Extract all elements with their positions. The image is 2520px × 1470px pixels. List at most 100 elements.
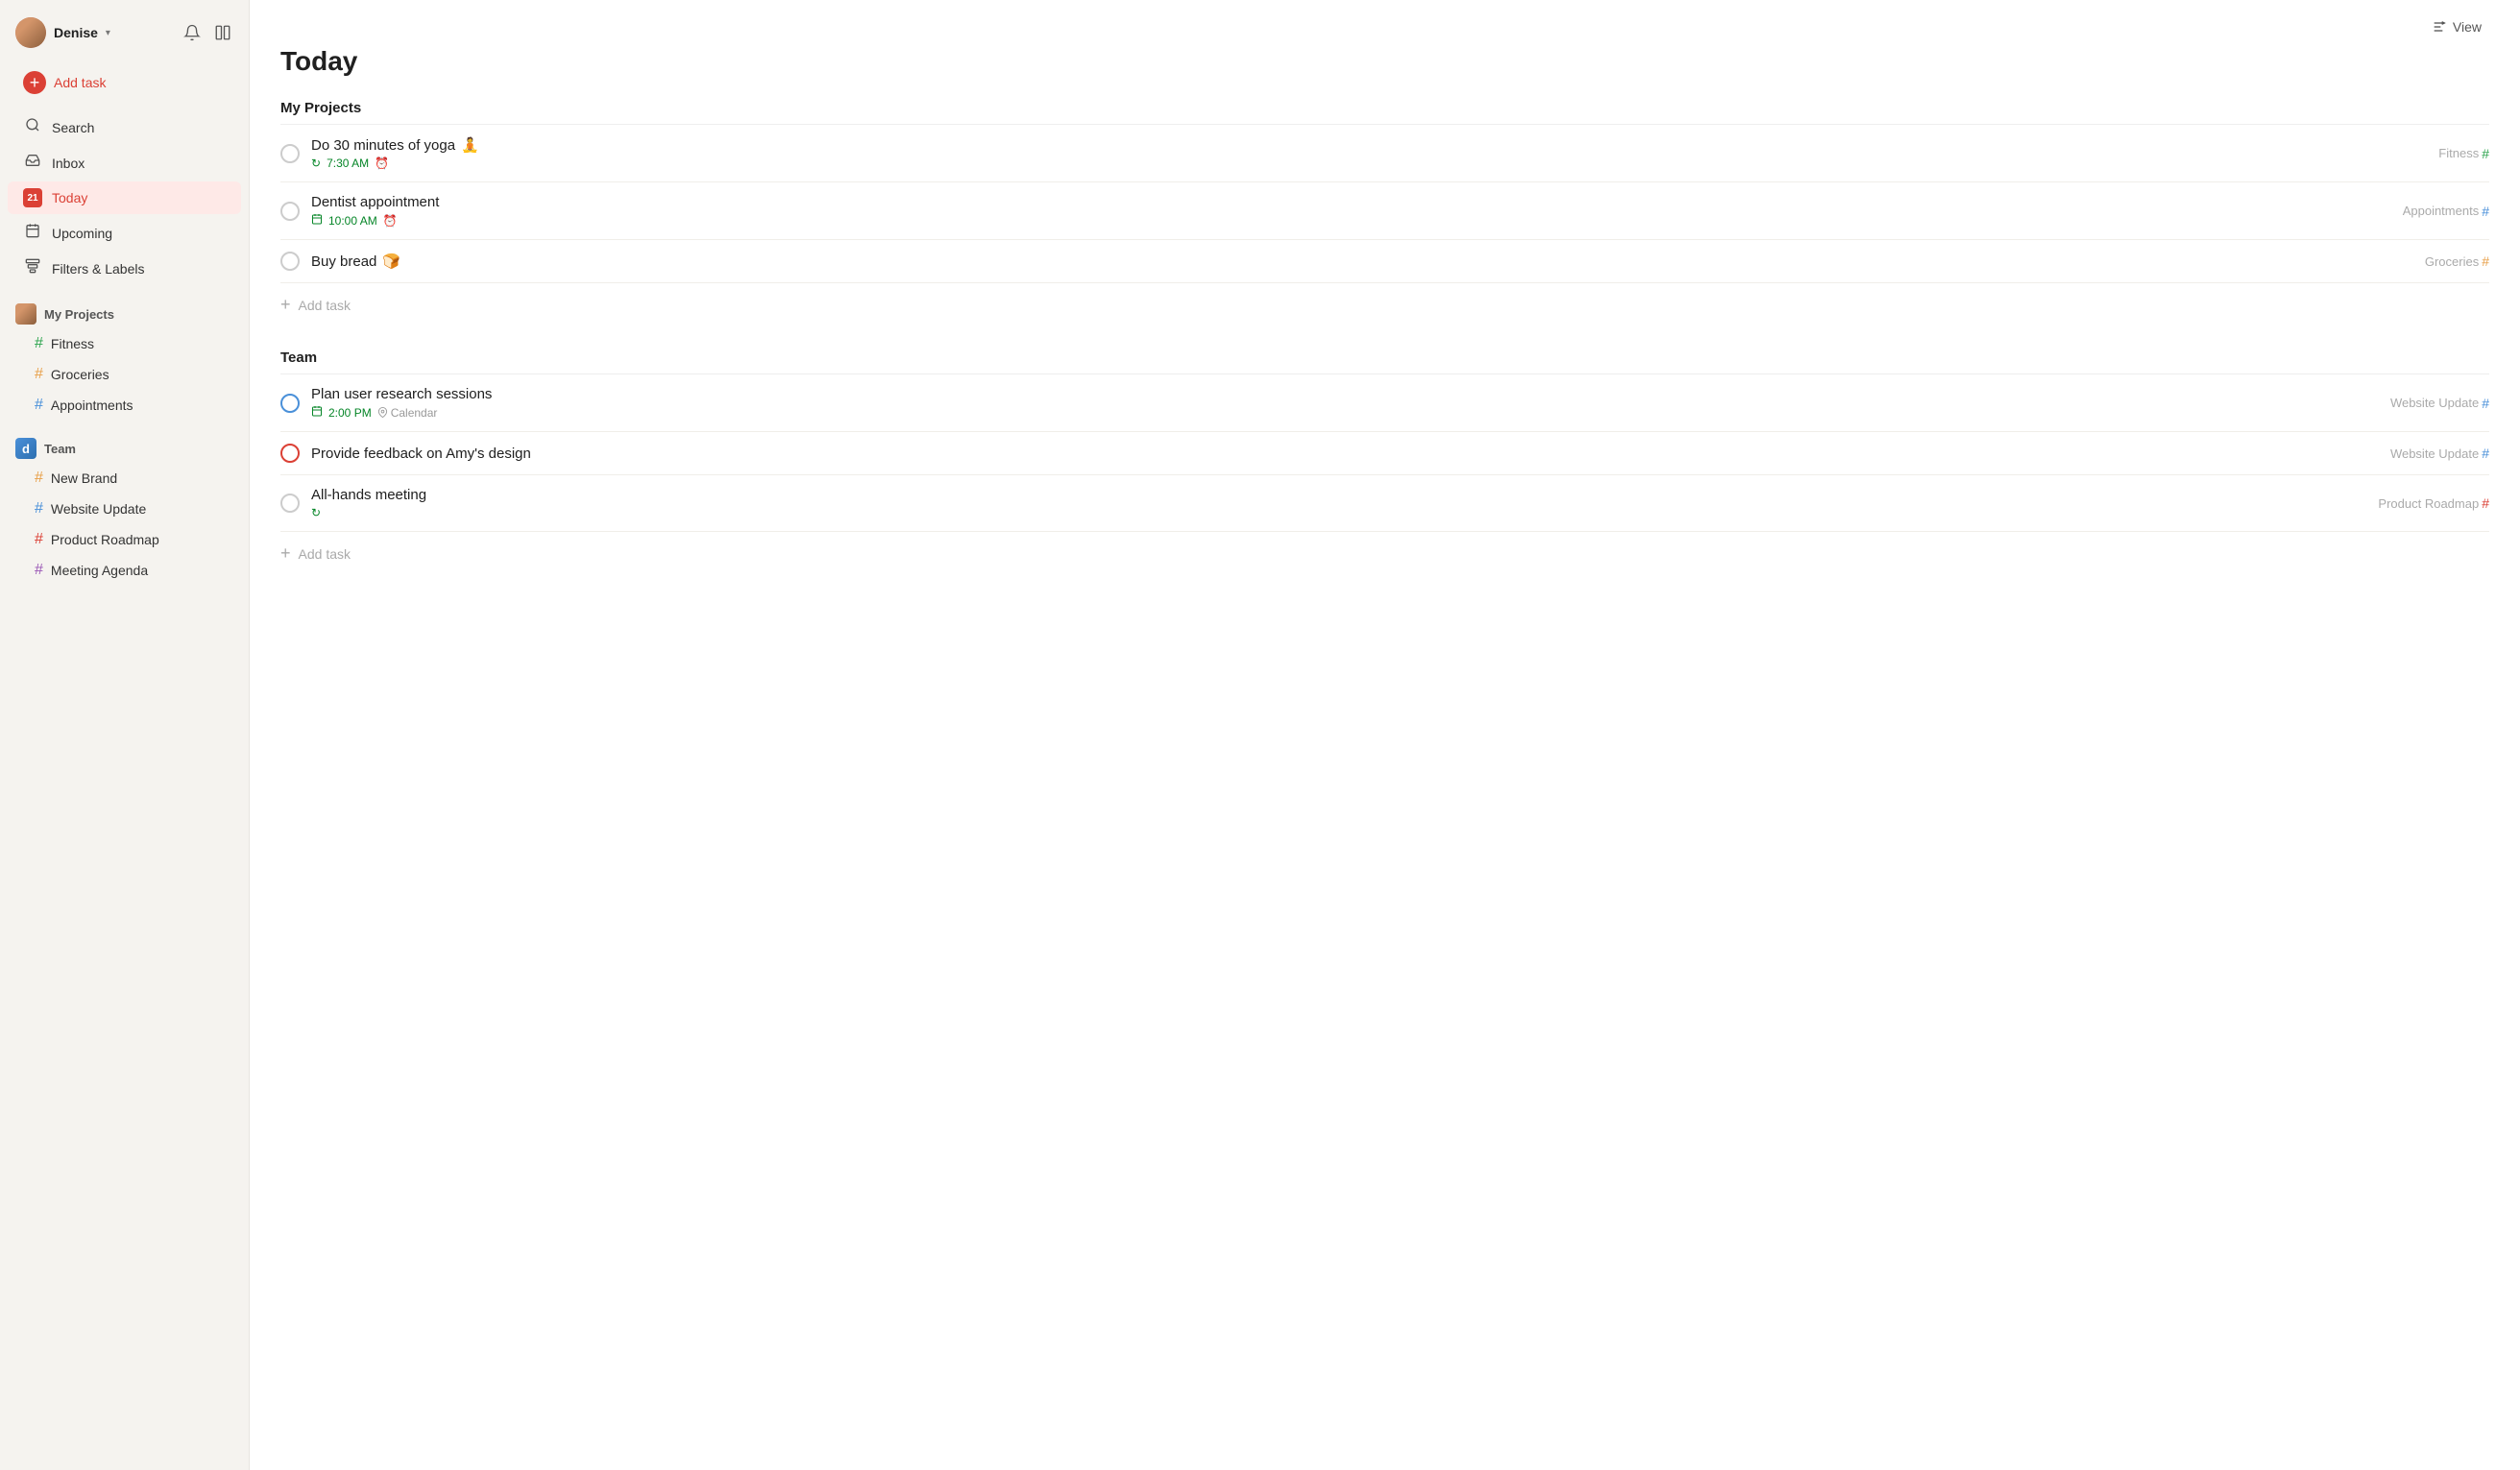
upcoming-icon [23, 223, 42, 243]
sidebar-item-meeting-agenda[interactable]: # Meeting Agenda [8, 556, 241, 585]
hash-icon: # [2482, 146, 2489, 161]
table-row: Do 30 minutes of yoga 🧘 ↻ 7:30 AM ⏰ Fitn… [280, 125, 2489, 182]
sidebar-item-groceries[interactable]: # Groceries [8, 360, 241, 389]
user-name: Denise [54, 25, 98, 40]
view-button[interactable]: View [2424, 15, 2489, 38]
task-checkbox-feedback[interactable] [280, 444, 300, 463]
search-icon [23, 117, 42, 137]
my-projects-task-section: My Projects Do 30 minutes of yoga 🧘 ↻ 7:… [250, 100, 2520, 349]
table-row: Plan user research sessions 2:00 PM [280, 374, 2489, 432]
hash-icon: # [35, 531, 43, 548]
add-task-row-team[interactable]: + Add task [280, 532, 2489, 575]
task-project-allhands: Product Roadmap # [2378, 495, 2489, 511]
task-project-yoga: Fitness # [2438, 146, 2489, 161]
task-title-yoga: Do 30 minutes of yoga 🧘 [311, 136, 2427, 154]
hash-icon: # [2482, 495, 2489, 511]
calendar-icon [311, 213, 323, 228]
hash-icon: # [35, 562, 43, 579]
add-task-row-my-projects[interactable]: + Add task [280, 283, 2489, 326]
task-meta-allhands: ↻ [311, 506, 2366, 519]
add-task-plus-icon: + [280, 543, 291, 564]
table-row: Dentist appointment 10:00 AM ⏰ [280, 182, 2489, 240]
sidebar-item-upcoming[interactable]: Upcoming [8, 216, 241, 250]
reminder-icon-yoga: ⏰ [375, 157, 389, 170]
task-content-bread: Buy bread 🍞 [311, 253, 2413, 270]
task-project-bread: Groceries # [2425, 253, 2489, 269]
task-project-feedback: Website Update # [2390, 446, 2489, 461]
hash-icon: # [35, 470, 43, 487]
sidebar-item-today[interactable]: 21 Today [8, 181, 241, 214]
inbox-icon [23, 153, 42, 173]
task-title-dentist: Dentist appointment [311, 194, 2391, 210]
page-title: Today [250, 38, 2520, 100]
sidebar-item-website-update[interactable]: # Website Update [8, 494, 241, 523]
today-icon: 21 [23, 188, 42, 207]
recurring-icon-allhands: ↻ [311, 506, 321, 519]
task-checkbox-research[interactable] [280, 394, 300, 413]
view-icon [2432, 19, 2447, 35]
table-row: Provide feedback on Amy's design Website… [280, 432, 2489, 475]
add-task-plus-icon: + [280, 295, 291, 315]
hash-icon: # [35, 397, 43, 414]
hash-icon: # [35, 366, 43, 383]
task-meta-dentist: 10:00 AM ⏰ [311, 213, 2391, 228]
task-checkbox-yoga[interactable] [280, 144, 300, 163]
add-task-button[interactable]: + Add task [8, 63, 241, 102]
task-content-research: Plan user research sessions 2:00 PM [311, 386, 2379, 420]
sidebar-item-appointments[interactable]: # Appointments [8, 391, 241, 420]
task-time-yoga: 7:30 AM [327, 157, 369, 170]
sidebar-header: Denise ▾ [0, 12, 249, 60]
task-checkbox-allhands[interactable] [280, 494, 300, 513]
task-project-dentist: Appointments # [2403, 204, 2489, 219]
task-title-allhands: All-hands meeting [311, 487, 2366, 503]
sidebar-item-filters[interactable]: Filters & Labels [8, 252, 241, 285]
task-time-research: 2:00 PM [328, 406, 372, 420]
sidebar-item-fitness[interactable]: # Fitness [8, 329, 241, 358]
sidebar-item-search[interactable]: Search [8, 110, 241, 144]
header-icons [182, 22, 233, 43]
task-checkbox-bread[interactable] [280, 252, 300, 271]
hash-icon: # [2482, 446, 2489, 461]
task-checkbox-dentist[interactable] [280, 202, 300, 221]
sidebar: Denise ▾ + Add task [0, 0, 250, 1470]
calendar-icon [311, 405, 323, 420]
task-title-research: Plan user research sessions [311, 386, 2379, 402]
task-calendar-label: Calendar [377, 406, 438, 420]
task-content-allhands: All-hands meeting ↻ [311, 487, 2366, 519]
team-task-section: Team Plan user research sessions [250, 349, 2520, 598]
team-avatar: d [15, 438, 36, 459]
main-header: View [250, 0, 2520, 38]
sidebar-item-product-roadmap[interactable]: # Product Roadmap [8, 525, 241, 554]
team-section-header: d Team [0, 428, 249, 463]
main-content: View Today My Projects Do 30 minutes of … [250, 0, 2520, 1470]
notification-bell-button[interactable] [182, 22, 203, 43]
task-meta-research: 2:00 PM Calendar [311, 405, 2379, 420]
hash-icon: # [2482, 396, 2489, 411]
hash-icon: # [2482, 253, 2489, 269]
filters-icon [23, 258, 42, 278]
my-projects-section-title: My Projects [280, 100, 2489, 125]
hash-icon: # [35, 500, 43, 518]
chevron-down-icon: ▾ [106, 28, 110, 38]
add-task-plus-icon: + [23, 71, 46, 94]
sidebar-item-inbox[interactable]: Inbox [8, 146, 241, 180]
my-projects-title: My Projects [44, 307, 114, 322]
avatar [15, 17, 46, 48]
user-menu[interactable]: Denise ▾ [15, 17, 110, 48]
task-meta-yoga: ↻ 7:30 AM ⏰ [311, 157, 2427, 170]
task-project-research: Website Update # [2390, 396, 2489, 411]
my-projects-section-header: My Projects [0, 294, 249, 328]
table-row: All-hands meeting ↻ Product Roadmap # [280, 475, 2489, 532]
hash-icon: # [2482, 204, 2489, 219]
task-content-feedback: Provide feedback on Amy's design [311, 446, 2379, 462]
task-content-dentist: Dentist appointment 10:00 AM ⏰ [311, 194, 2391, 228]
sidebar-item-new-brand[interactable]: # New Brand [8, 464, 241, 493]
layout-toggle-button[interactable] [212, 22, 233, 43]
task-content-yoga: Do 30 minutes of yoga 🧘 ↻ 7:30 AM ⏰ [311, 136, 2427, 170]
reminder-icon-dentist: ⏰ [383, 214, 398, 228]
task-title-bread: Buy bread 🍞 [311, 253, 2413, 270]
task-time-dentist: 10:00 AM [328, 214, 377, 228]
team-section-title: Team [280, 349, 2489, 374]
team-title: Team [44, 442, 76, 456]
my-projects-avatar [15, 303, 36, 325]
